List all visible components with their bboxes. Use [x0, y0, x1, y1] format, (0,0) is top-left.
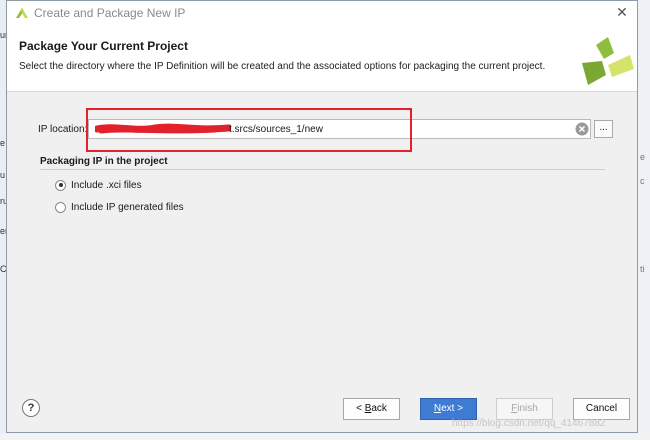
page-description: Select the directory where the IP Defini… — [19, 61, 546, 72]
browse-button[interactable]: ... — [594, 120, 613, 138]
finish-button[interactable]: Finish — [496, 398, 553, 420]
package-ip-dialog: Create and Package New IP ✕ Package Your… — [6, 0, 638, 433]
bg-fragment: u — [0, 170, 6, 180]
ip-location-label: IP location: — [38, 124, 88, 135]
bg-fragment: ti — [640, 264, 645, 274]
radio-include-generated[interactable]: Include IP generated files — [55, 200, 184, 214]
annotation-highlight-box — [86, 108, 412, 152]
page-title: Package Your Current Project — [19, 39, 188, 53]
watermark-text: https://blog.csdn.net/qq_41467882 — [452, 418, 606, 429]
background-ide-bottom-strip — [0, 433, 650, 440]
vivado-logo-icon — [16, 8, 28, 18]
wizard-content: IP location: t.srcs/sources_1/new ... Pa… — [7, 92, 637, 375]
packaging-section-title: Packaging IP in the project — [40, 156, 168, 167]
window-title: Create and Package New IP — [34, 6, 186, 20]
cancel-button[interactable]: Cancel — [573, 398, 630, 420]
bg-fragment: c — [640, 176, 645, 186]
wizard-header: Package Your Current Project Select the … — [7, 25, 637, 92]
radio-include-xci[interactable]: Include .xci files — [55, 178, 142, 192]
close-button[interactable]: ✕ — [613, 3, 631, 21]
bg-fragment: e — [0, 138, 6, 148]
background-ide-right-strip: e c ti — [638, 0, 650, 440]
help-icon[interactable]: ? — [22, 399, 40, 417]
title-bar: Create and Package New IP ✕ — [7, 1, 637, 25]
vivado-logo-icon — [582, 37, 634, 85]
radio-label: Include .xci files — [71, 179, 142, 191]
next-button[interactable]: Next > — [420, 398, 477, 420]
radio-button-selected[interactable] — [55, 179, 66, 191]
clear-circle-icon[interactable] — [575, 122, 589, 136]
section-divider — [40, 169, 605, 170]
bg-fragment: e — [640, 152, 646, 162]
radio-label: Include IP generated files — [71, 201, 184, 213]
radio-button-unselected[interactable] — [55, 201, 66, 213]
back-button[interactable]: < Back — [343, 398, 400, 420]
